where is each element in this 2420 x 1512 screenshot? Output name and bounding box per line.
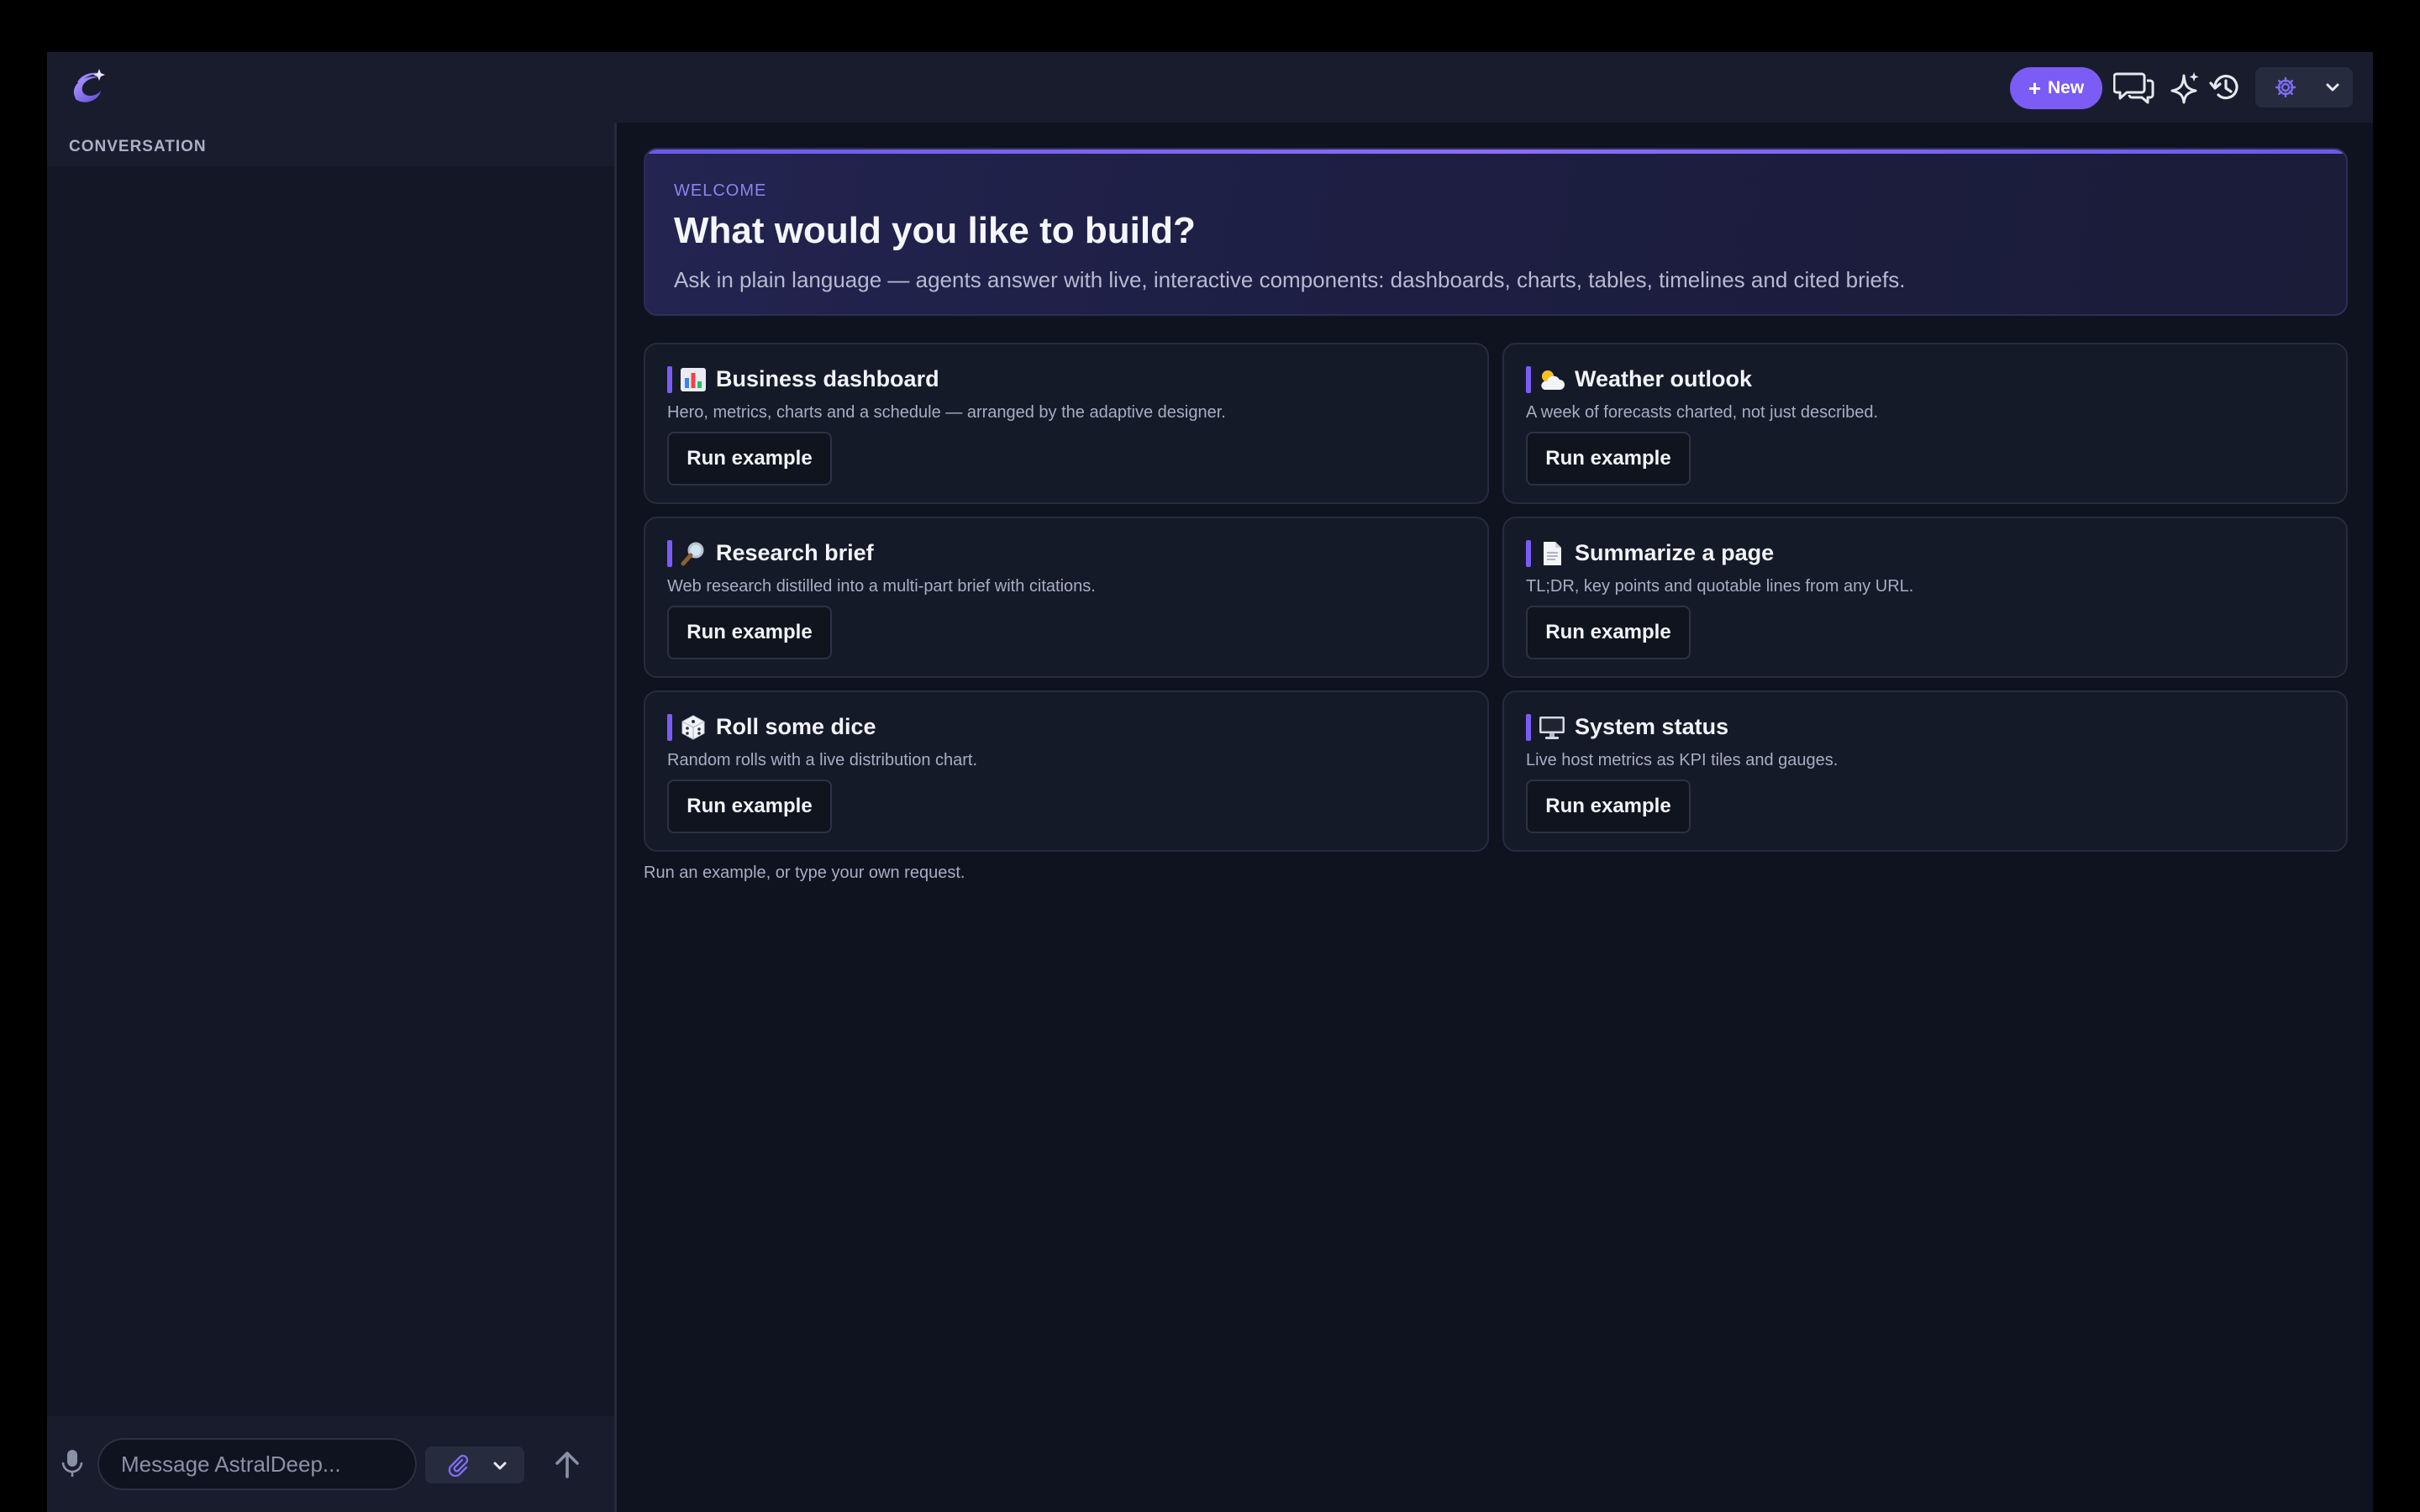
chat-bubbles-icon[interactable] <box>2112 67 2156 108</box>
card-description: TL;DR, key points and quotable lines fro… <box>1526 577 1914 596</box>
card-accent-bar <box>1526 366 1531 393</box>
mic-icon[interactable] <box>60 1448 84 1478</box>
card-title: Research brief <box>716 540 874 565</box>
magnifier-icon <box>681 542 704 566</box>
card-title: Roll some dice <box>716 714 876 739</box>
app-window: + New CONVERSATION Message AstralDeep...… <box>47 52 2373 1512</box>
gear-icon[interactable] <box>2274 76 2297 99</box>
conversation-sidebar: CONVERSATION <box>47 123 617 1512</box>
message-input[interactable] <box>97 1438 417 1490</box>
example-card-roll-dice: Roll some dice Random rolls with a live … <box>644 690 1489 852</box>
run-example-button[interactable]: Run example <box>1526 432 1691 486</box>
card-accent-bar <box>667 714 672 741</box>
swirl-logo-icon[interactable] <box>66 64 111 109</box>
card-accent-bar <box>667 540 672 567</box>
run-example-button[interactable]: Run example <box>667 780 832 833</box>
cloud-sun-icon <box>1541 370 1565 390</box>
card-description: Web research distilled into a multi-part… <box>667 577 1096 596</box>
chevron-down-icon[interactable] <box>2323 77 2343 97</box>
welcome-title: What would you like to build? <box>674 210 1196 251</box>
history-icon[interactable] <box>2207 67 2245 108</box>
sidebar-header: CONVERSATION <box>47 123 614 166</box>
welcome-eyebrow: WELCOME <box>674 181 767 200</box>
sidebar-title: CONVERSATION <box>69 138 207 155</box>
send-arrow-icon[interactable] <box>548 1445 587 1483</box>
paperclip-icon[interactable] <box>445 1453 469 1477</box>
bar-chart-icon <box>681 368 706 391</box>
footer-hint: Run an example, or type your own request… <box>644 864 965 882</box>
welcome-accent-bar <box>645 150 2346 154</box>
card-accent-bar <box>1526 540 1531 567</box>
run-example-button[interactable]: Run example <box>667 432 832 486</box>
welcome-hero: WELCOME What would you like to build? As… <box>644 148 2348 316</box>
welcome-subtitle: Ask in plain language — agents answer wi… <box>674 267 1906 292</box>
card-accent-bar <box>1526 714 1531 741</box>
card-description: Live host metrics as KPI tiles and gauge… <box>1526 751 1839 769</box>
sparkle-icon[interactable] <box>2168 67 2202 108</box>
plus-icon: + <box>2028 76 2041 101</box>
example-card-system-status: System status Live host metrics as KPI t… <box>1502 690 2348 852</box>
card-title: Business dashboard <box>716 366 939 391</box>
new-button[interactable]: + New <box>2010 67 2102 109</box>
example-card-summarize-page: Summarize a page TL;DR, key points and q… <box>1502 517 2348 678</box>
card-accent-bar <box>667 366 672 393</box>
new-button-label: New <box>2048 78 2085 97</box>
monitor-icon <box>1539 717 1565 739</box>
settings-menu[interactable] <box>2255 67 2353 108</box>
run-example-button[interactable]: Run example <box>1526 780 1691 833</box>
card-description: Random rolls with a live distribution ch… <box>667 751 978 769</box>
card-title: Summarize a page <box>1575 540 1775 565</box>
example-card-weather-outlook: Weather outlook A week of forecasts char… <box>1502 343 2348 504</box>
card-title: System status <box>1575 714 1729 739</box>
example-card-research-brief: Research brief Web research distilled in… <box>644 517 1489 678</box>
card-description: A week of forecasts charted, not just de… <box>1526 403 1879 422</box>
example-card-business-dashboard: Business dashboard Hero, metrics, charts… <box>644 343 1489 504</box>
attach-menu[interactable] <box>425 1446 524 1483</box>
card-description: Hero, metrics, charts and a schedule — a… <box>667 403 1226 422</box>
top-bar: + New <box>47 52 2373 123</box>
main-content: WELCOME What would you like to build? As… <box>617 123 2373 1512</box>
card-title: Weather outlook <box>1575 366 1753 391</box>
dice-icon <box>681 715 705 740</box>
run-example-button[interactable]: Run example <box>667 606 832 659</box>
run-example-button[interactable]: Run example <box>1526 606 1691 659</box>
document-icon <box>1544 542 1561 565</box>
message-composer <box>47 1416 614 1512</box>
chevron-down-icon[interactable] <box>491 1457 509 1475</box>
